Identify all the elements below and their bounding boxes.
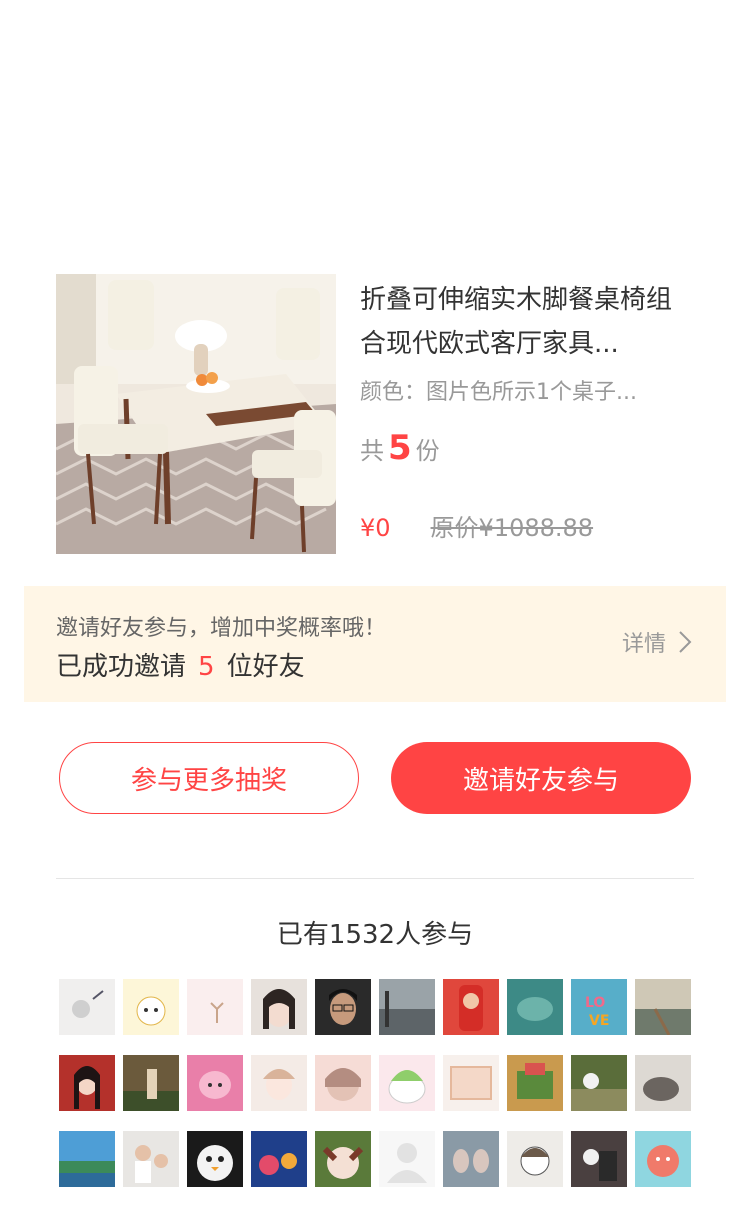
invite-banner: 邀请好友参与，增加中奖概率哦！ 已成功邀请 5 位好友 详情 [24, 586, 726, 702]
invite-status: 已成功邀请 5 位好友 [56, 646, 305, 683]
avatar[interactable] [379, 1131, 435, 1187]
avatar[interactable] [507, 1055, 563, 1111]
details-link[interactable]: 详情 [622, 626, 692, 658]
avatar[interactable] [507, 979, 563, 1035]
invite-count: 5 [198, 652, 215, 682]
avatar[interactable] [59, 1131, 115, 1187]
dining-table-photo [56, 274, 336, 554]
product-image[interactable] [56, 274, 336, 554]
invite-status-suffix: 位好友 [226, 652, 305, 682]
product-spec: 颜色：图片色所示1个桌子... [360, 380, 637, 405]
product-info: 折叠可伸缩实木脚餐桌椅组合现代欧式客厅家具... 颜色：图片色所示1个桌子...… [360, 274, 690, 468]
avatar[interactable] [507, 1131, 563, 1187]
avatar[interactable] [315, 979, 371, 1035]
invite-friends-button[interactable]: 邀请好友参与 [391, 742, 691, 814]
avatar[interactable] [123, 1131, 179, 1187]
product-title[interactable]: 折叠可伸缩实木脚餐桌椅组合现代欧式客厅家具... [360, 278, 690, 366]
chevron-right-icon [679, 631, 692, 653]
avatar[interactable] [379, 979, 435, 1035]
more-draws-button[interactable]: 参与更多抽奖 [59, 742, 359, 814]
quantity-value: 5 [388, 428, 412, 468]
avatar[interactable] [443, 1131, 499, 1187]
avatar[interactable] [635, 979, 691, 1035]
current-price: ¥0 [360, 514, 391, 542]
avatar[interactable] [251, 979, 307, 1035]
avatar[interactable] [571, 1131, 627, 1187]
product-card[interactable]: 折叠可伸缩实木脚餐桌椅组合现代欧式客厅家具... 颜色：图片色所示1个桌子...… [56, 274, 696, 554]
avatar[interactable] [635, 1131, 691, 1187]
avatar[interactable] [443, 979, 499, 1035]
product-quantity: 共 5 份 [360, 428, 690, 468]
invite-status-prefix: 已成功邀请 [56, 652, 187, 682]
svg-text:LO: LO [585, 995, 605, 1011]
avatar[interactable] [59, 1055, 115, 1111]
avatar[interactable] [187, 979, 243, 1035]
avatar[interactable] [123, 979, 179, 1035]
avatar[interactable] [251, 1131, 307, 1187]
avatar[interactable] [315, 1055, 371, 1111]
avatar[interactable] [571, 1055, 627, 1111]
original-price: 原价¥1088.88 [430, 514, 594, 542]
quantity-suffix: 份 [415, 437, 440, 465]
details-label: 详情 [621, 632, 666, 657]
invite-hint: 邀请好友参与，增加中奖概率哦！ [56, 616, 387, 641]
participant-avatars: LO VE [59, 979, 691, 1187]
avatar[interactable] [123, 1055, 179, 1111]
divider [56, 878, 694, 879]
avatar[interactable] [187, 1131, 243, 1187]
quantity-prefix: 共 [360, 437, 384, 465]
avatar[interactable] [443, 1055, 499, 1111]
avatar[interactable] [379, 1055, 435, 1111]
avatar[interactable] [251, 1055, 307, 1111]
avatar[interactable] [187, 1055, 243, 1111]
price-row: ¥0 原价¥1088.88 [360, 508, 593, 543]
avatar[interactable] [59, 979, 115, 1035]
participants-count: 已有1532人参与 [276, 920, 474, 950]
avatar[interactable] [635, 1055, 691, 1111]
avatar[interactable] [315, 1131, 371, 1187]
svg-text:VE: VE [589, 1013, 609, 1029]
avatar[interactable]: LO VE [571, 979, 627, 1035]
